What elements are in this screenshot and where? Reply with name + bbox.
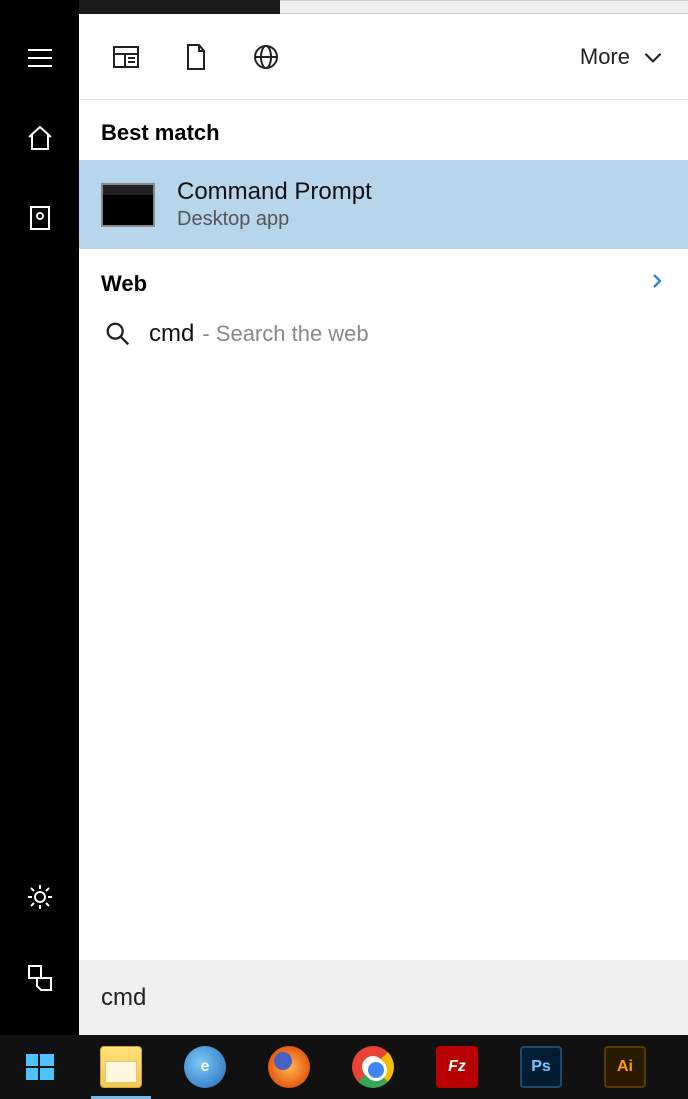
result-title: Command Prompt <box>177 178 372 206</box>
taskbar-item-firefox[interactable] <box>247 1035 331 1099</box>
search-input[interactable]: cmd <box>79 960 688 1035</box>
filter-apps-button[interactable] <box>101 32 151 82</box>
home-button[interactable] <box>0 98 79 178</box>
filter-web-button[interactable] <box>241 32 291 82</box>
file-explorer-icon <box>100 1046 142 1088</box>
best-match-result[interactable]: Command Prompt Desktop app <box>79 160 688 249</box>
start-button[interactable] <box>0 1035 79 1099</box>
feedback-icon <box>25 962 55 992</box>
notebook-icon <box>25 203 55 233</box>
filter-documents-button[interactable] <box>171 32 221 82</box>
web-hint-text: - Search the web <box>202 321 368 347</box>
hamburger-menu-button[interactable] <box>0 18 79 98</box>
web-label: Web <box>101 271 147 297</box>
internet-explorer-icon: e <box>184 1046 226 1088</box>
web-section-header[interactable]: Web <box>79 249 688 310</box>
windows-logo-icon <box>24 1051 56 1083</box>
taskbar-item-file-explorer[interactable] <box>79 1035 163 1099</box>
notebook-button[interactable] <box>0 178 79 258</box>
settings-button[interactable] <box>0 857 79 937</box>
search-input-value: cmd <box>101 984 146 1012</box>
start-sidebar <box>0 0 79 1035</box>
taskbar: e Fz Ps Ai <box>0 1035 688 1099</box>
chrome-icon <box>352 1046 394 1088</box>
taskbar-item-internet-explorer[interactable]: e <box>163 1035 247 1099</box>
illustrator-icon: Ai <box>604 1046 646 1088</box>
result-text-group: Command Prompt Desktop app <box>177 178 372 231</box>
filezilla-icon: Fz <box>436 1046 478 1088</box>
search-filter-bar: More <box>79 14 688 100</box>
gear-icon <box>25 882 55 912</box>
document-filter-icon <box>181 42 211 72</box>
home-icon <box>25 123 55 153</box>
result-subtitle: Desktop app <box>177 208 372 231</box>
web-query-text: cmd <box>149 320 194 348</box>
hamburger-icon <box>25 43 55 73</box>
apps-filter-icon <box>111 42 141 72</box>
more-filters-button[interactable]: More <box>580 44 666 70</box>
chevron-right-icon <box>648 267 666 300</box>
taskbar-item-photoshop[interactable]: Ps <box>499 1035 583 1099</box>
web-search-result[interactable]: cmd - Search the web <box>79 310 688 358</box>
feedback-button[interactable] <box>0 937 79 1017</box>
best-match-label: Best match <box>79 100 688 160</box>
search-icon <box>101 320 135 348</box>
globe-filter-icon <box>251 42 281 72</box>
more-label: More <box>580 44 630 70</box>
command-prompt-icon <box>101 183 155 227</box>
firefox-icon <box>268 1046 310 1088</box>
background-app-strip-light <box>280 0 688 14</box>
search-panel: More Best match Command Prompt Desktop a… <box>79 14 688 1035</box>
photoshop-icon: Ps <box>520 1046 562 1088</box>
taskbar-item-filezilla[interactable]: Fz <box>415 1035 499 1099</box>
taskbar-item-chrome[interactable] <box>331 1035 415 1099</box>
chevron-down-icon <box>640 44 666 70</box>
taskbar-item-illustrator[interactable]: Ai <box>583 1035 667 1099</box>
